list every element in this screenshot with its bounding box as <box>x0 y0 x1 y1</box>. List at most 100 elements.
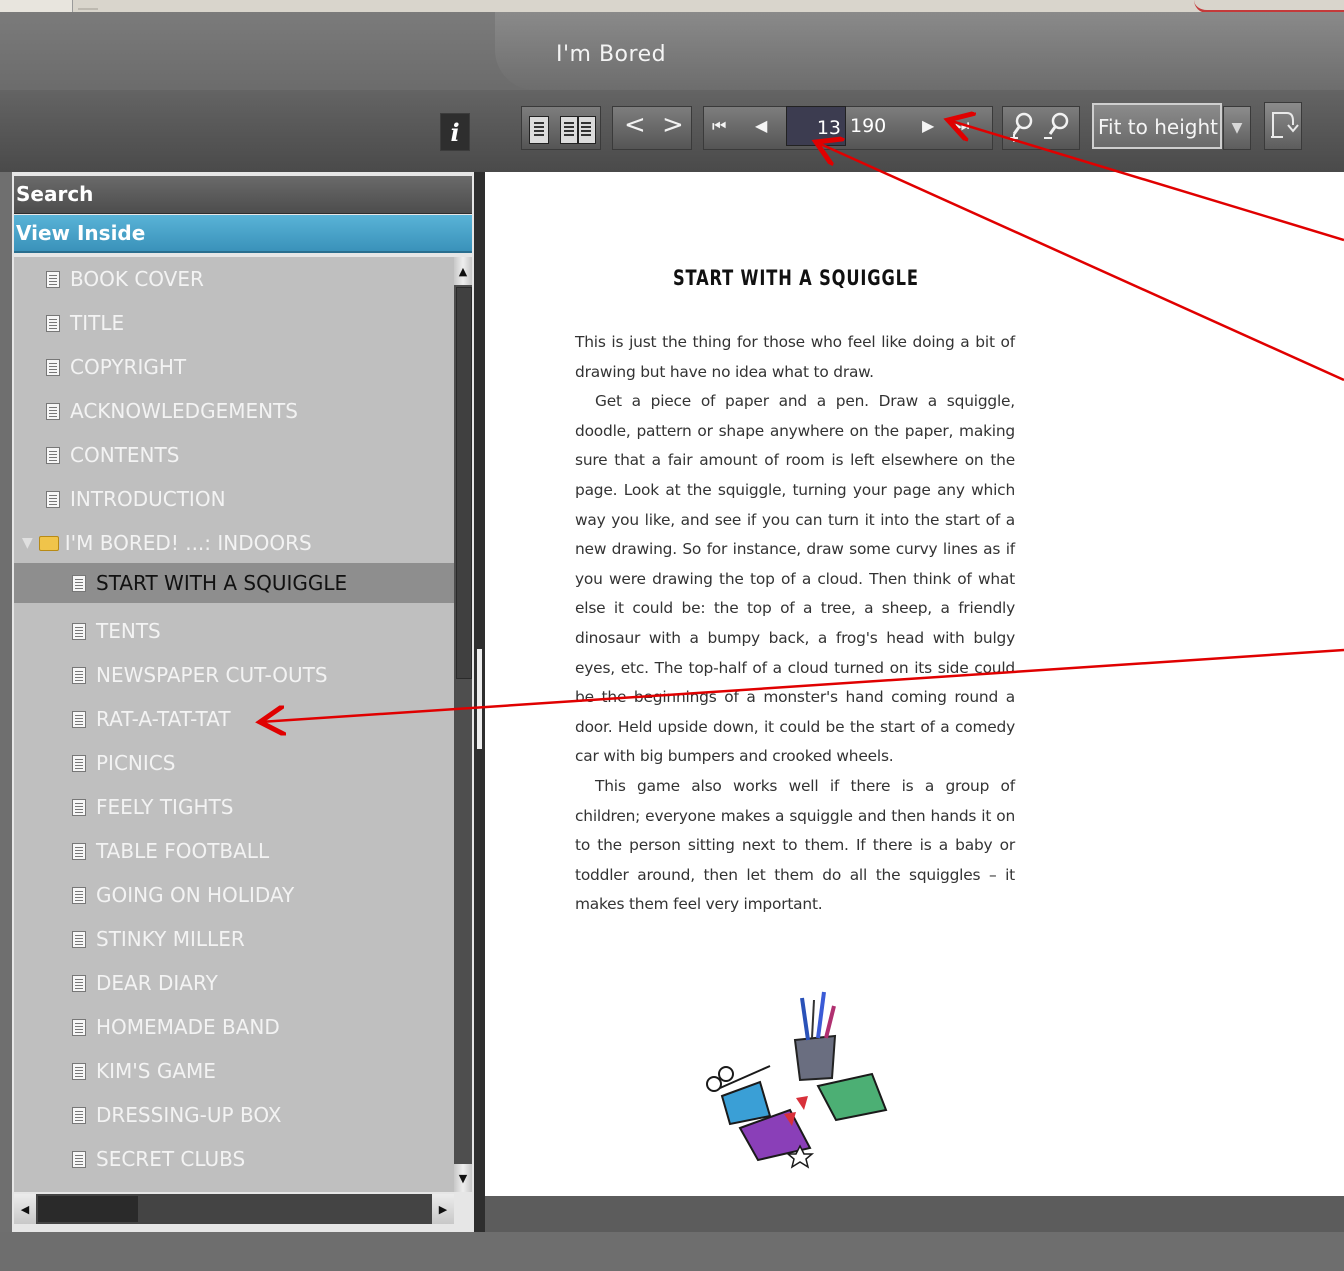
expand-triangle-icon[interactable]: ▼ <box>22 535 33 551</box>
toc-item-label: BOOK COVER <box>70 267 204 291</box>
illustration-image <box>706 991 888 1169</box>
chevron-down-icon[interactable]: ▼ <box>1223 106 1251 150</box>
toc-item-label: GOING ON HOLIDAY <box>96 883 295 907</box>
address-area <box>0 0 73 12</box>
toc-item-selected[interactable]: START WITH A SQUIGGLE <box>14 563 454 603</box>
divider <box>78 0 98 10</box>
page-icon <box>72 1150 86 1168</box>
scroll-thumb[interactable] <box>38 1196 138 1222</box>
toc-item[interactable]: NEWSPAPER CUT-OUTS <box>72 655 328 695</box>
toc-item[interactable]: KIM'S GAME <box>72 1051 216 1091</box>
toc-item-label: STINKY MILLER <box>96 927 245 951</box>
page-icon <box>72 666 86 684</box>
toc-item-label: I'M BORED! ...: INDOORS <box>64 531 312 555</box>
toc-item[interactable]: TENTS <box>72 611 161 651</box>
panel-splitter[interactable] <box>474 172 485 1232</box>
paragraph: This is just the thing for those who fee… <box>575 333 1015 381</box>
page-icon <box>72 886 86 904</box>
scroll-down-icon[interactable]: ▼ <box>454 1164 472 1192</box>
page-icon <box>72 798 86 816</box>
search-panel-header[interactable]: Search <box>14 176 472 214</box>
next-page-icon[interactable]: ▶ <box>922 116 934 135</box>
last-page-icon[interactable]: ⏭ <box>955 116 969 136</box>
folder-open-icon <box>38 535 59 551</box>
page-text: This is just the thing for those who fee… <box>575 328 1015 920</box>
toc-item[interactable]: COPYRIGHT <box>46 347 186 387</box>
page-icon <box>46 402 60 420</box>
toc-item[interactable]: DRESSING-UP BOX <box>72 1095 282 1135</box>
toc-item[interactable]: INTRODUCTION <box>46 479 226 519</box>
page-icon <box>46 490 60 508</box>
toc-item[interactable]: TITLE <box>46 303 124 343</box>
toc-item-label: DRESSING-UP BOX <box>96 1103 282 1127</box>
toc-folder[interactable]: ▼ I'M BORED! ...: INDOORS <box>22 523 312 563</box>
toc-item-label: START WITH A SQUIGGLE <box>96 571 348 595</box>
single-page-view-icon[interactable] <box>529 116 549 144</box>
zoom-in-icon[interactable] <box>1008 110 1038 144</box>
page-icon <box>72 974 86 992</box>
page-icon <box>72 622 86 640</box>
toc-item-label: DEAR DIARY <box>96 971 218 995</box>
status-bar <box>0 1232 1344 1271</box>
toc-item[interactable]: ACKNOWLEDGEMENTS <box>46 391 298 431</box>
zoom-out-icon[interactable] <box>1042 110 1072 144</box>
toc-item[interactable]: STINKY MILLER <box>72 919 245 959</box>
page-icon <box>72 1106 86 1124</box>
scroll-left-icon[interactable]: ◀ <box>14 1194 36 1224</box>
paragraph: This game also works well if there is a … <box>575 776 1015 914</box>
first-page-icon[interactable]: ⏮ <box>712 116 726 136</box>
toc-item-label: RAT-A-TAT-TAT <box>96 707 231 731</box>
chevron-right-icon[interactable]: > <box>662 110 684 140</box>
fit-mode-select[interactable]: Fit to height <box>1092 103 1222 149</box>
page-icon <box>72 1062 86 1080</box>
toc-item-label: TENTS <box>96 619 161 643</box>
page-icon <box>46 314 60 332</box>
toc-item[interactable]: DEAR DIARY <box>72 963 218 1003</box>
vertical-scrollbar[interactable]: ▲ ▼ <box>454 257 472 1192</box>
paragraph: Get a piece of paper and a pen. Draw a s… <box>575 392 1015 766</box>
toc-item-label: SECRET CLUBS <box>96 1147 246 1171</box>
info-button[interactable]: i <box>440 113 470 151</box>
toc-item[interactable]: FEELY TIGHTS <box>72 787 233 827</box>
view-inside-panel-header[interactable]: View Inside <box>14 215 472 253</box>
previous-page-icon[interactable]: ◀ <box>755 116 767 135</box>
page-icon <box>46 446 60 464</box>
page-heading: START WITH A SQUIGGLE <box>673 266 919 290</box>
rotate-button[interactable] <box>1264 102 1302 150</box>
page-icon <box>72 930 86 948</box>
toc-item[interactable]: SECRET CLUBS <box>72 1139 245 1179</box>
info-icon: i <box>450 117 460 147</box>
page-total: 190 <box>850 115 887 137</box>
toc-item[interactable]: GOING ON HOLIDAY <box>72 875 294 915</box>
toc-item[interactable]: RAT-A-TAT-TAT <box>72 699 231 739</box>
toc-item[interactable]: CONTENTS <box>46 435 179 475</box>
page-icon <box>72 842 86 860</box>
horizontal-scrollbar[interactable]: ◀ ▶ <box>14 1194 454 1224</box>
toc-item[interactable]: BOOK COVER <box>46 259 204 299</box>
two-page-view-icon[interactable] <box>560 116 596 144</box>
page-nav-group <box>703 106 993 150</box>
toc-item[interactable]: PICNICS <box>72 743 175 783</box>
rotate-icon <box>1271 112 1299 138</box>
title-bar-strip <box>0 0 1344 13</box>
toc-item-label: CONTENTS <box>70 443 180 467</box>
chevron-left-icon[interactable]: < <box>624 110 646 140</box>
page-icon <box>46 270 60 288</box>
page-icon <box>72 574 86 592</box>
scroll-up-icon[interactable]: ▲ <box>454 257 472 285</box>
page-icon <box>46 358 60 376</box>
viewer-footer <box>485 1196 1344 1232</box>
scroll-right-icon[interactable]: ▶ <box>432 1194 454 1224</box>
book-title: I'm Bored <box>556 42 667 67</box>
page-icon <box>72 754 86 772</box>
toc-item-label: TITLE <box>70 311 125 335</box>
scroll-thumb[interactable] <box>456 287 472 679</box>
table-of-contents: BOOK COVER TITLE COPYRIGHT ACKNOWLEDGEME… <box>14 257 454 1192</box>
splitter-handle[interactable] <box>477 649 482 749</box>
toc-item[interactable]: HOMEMADE BAND <box>72 1007 280 1047</box>
page-number-input[interactable]: 13 <box>786 106 846 146</box>
toc-item-label: PICNICS <box>96 751 176 775</box>
page-icon <box>72 1018 86 1036</box>
toc-item[interactable]: TABLE FOOTBALL <box>72 831 269 871</box>
toc-item-label: HOMEMADE BAND <box>96 1015 280 1039</box>
